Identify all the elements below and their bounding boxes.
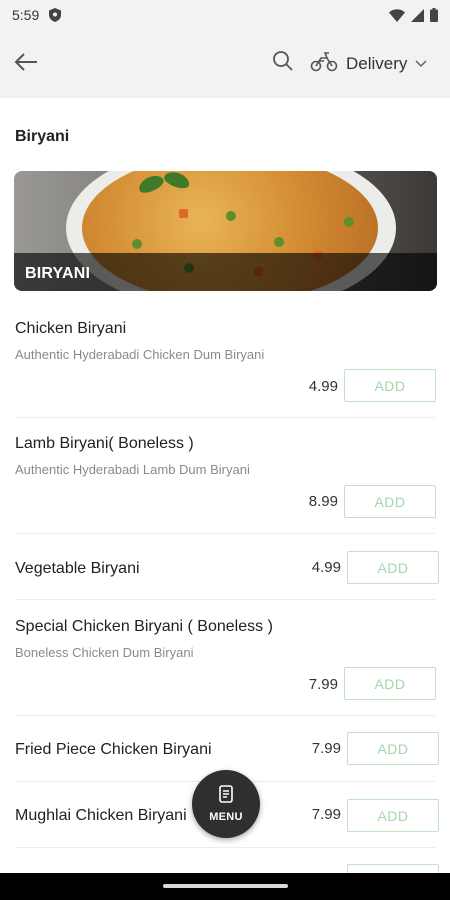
- item-name: Mughlai Chicken Biryani: [15, 807, 187, 824]
- home-gesture-handle[interactable]: [163, 884, 288, 888]
- add-button[interactable]: ADD: [347, 732, 439, 765]
- item-name: Vegetable Biryani: [15, 560, 140, 577]
- item-description: Boneless Chicken Dum Biryani: [15, 645, 194, 660]
- food-detail: [132, 239, 142, 249]
- delivery-selector[interactable]: Delivery: [310, 48, 427, 80]
- add-button[interactable]: ADD: [344, 485, 436, 518]
- food-detail: [179, 209, 188, 218]
- item-price: 7.99: [311, 740, 341, 757]
- item-price: 8.99: [308, 493, 338, 510]
- item-price: 4.99: [311, 559, 341, 576]
- add-button[interactable]: ADD: [347, 799, 439, 832]
- item-name: Lamb Biryani( Boneless ): [15, 435, 194, 452]
- banner-label: BIRYANI: [25, 265, 91, 282]
- item-price: 7.99: [311, 806, 341, 823]
- battery-icon: [430, 8, 438, 27]
- divider: [15, 715, 435, 716]
- divider: [15, 533, 435, 534]
- item-price: 4.99: [308, 378, 338, 395]
- item-price: 7.99: [308, 676, 338, 693]
- status-icons: [389, 8, 438, 27]
- item-name: Special Chicken Biryani ( Boneless ): [15, 618, 273, 635]
- signal-icon: [411, 8, 424, 27]
- status-time: 5:59: [12, 7, 40, 23]
- shield-icon: [49, 8, 61, 27]
- scooter-icon: [310, 51, 338, 77]
- food-detail: [226, 211, 236, 221]
- wifi-icon: [389, 8, 405, 27]
- section-title: Biryani: [15, 128, 70, 145]
- add-button[interactable]: ADD: [344, 369, 436, 402]
- menu-book-icon: [219, 785, 233, 808]
- divider: [15, 847, 435, 848]
- category-banner: BIRYANI: [14, 171, 437, 291]
- search-button[interactable]: [272, 50, 298, 76]
- back-button[interactable]: [10, 49, 42, 79]
- food-detail: [344, 217, 354, 227]
- item-description: Authentic Hyderabadi Lamb Dum Biryani: [15, 462, 250, 477]
- menu-fab-button[interactable]: MENU: [192, 770, 260, 838]
- add-button[interactable]: ADD: [344, 667, 436, 700]
- delivery-label: Delivery: [346, 54, 408, 73]
- item-name: Fried Piece Chicken Biryani: [15, 741, 212, 758]
- food-detail: [274, 237, 284, 247]
- chevron-down-icon: [415, 55, 427, 73]
- item-description: Authentic Hyderabadi Chicken Dum Biryani: [15, 347, 265, 362]
- back-arrow-icon: [14, 52, 38, 77]
- system-nav-bar: [0, 873, 450, 900]
- search-icon: [272, 51, 294, 76]
- status-bar: 5:59: [0, 0, 450, 30]
- add-button[interactable]: ADD: [347, 551, 439, 584]
- divider: [15, 417, 435, 418]
- divider: [15, 599, 435, 600]
- top-app-bar: Delivery: [0, 30, 450, 98]
- menu-fab-label: MENU: [209, 811, 243, 823]
- item-name: Chicken Biryani: [15, 320, 127, 337]
